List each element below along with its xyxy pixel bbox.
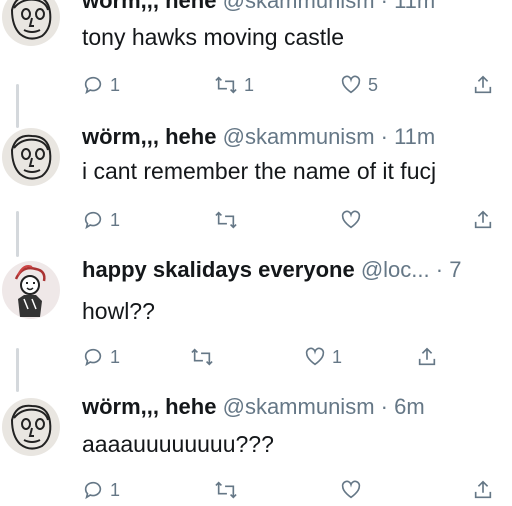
share-button[interactable] bbox=[416, 343, 438, 371]
like-button[interactable] bbox=[340, 476, 368, 504]
heart-icon bbox=[305, 347, 325, 366]
reply-button[interactable]: 1 bbox=[82, 71, 120, 99]
timestamp[interactable]: · 11m bbox=[381, 0, 436, 13]
reply-icon bbox=[84, 76, 102, 95]
share-icon bbox=[418, 347, 436, 366]
tweet-header: wörm,,, hehe @skammunism · 11m bbox=[82, 124, 435, 150]
tweet-text: i cant remember the name of it fucj bbox=[82, 158, 437, 184]
tweet-actions: 1 bbox=[82, 206, 512, 234]
share-button[interactable] bbox=[472, 476, 494, 504]
reply-icon bbox=[84, 211, 102, 230]
handle[interactable]: @loc... bbox=[361, 257, 430, 282]
like-button[interactable] bbox=[340, 206, 368, 234]
like-button[interactable]: 5 bbox=[340, 71, 378, 99]
tweet-header: happy skalidays everyone @loc... · 7 bbox=[82, 257, 461, 283]
retweet-button[interactable] bbox=[190, 343, 220, 371]
heart-icon bbox=[341, 75, 361, 94]
timestamp[interactable]: · 6m bbox=[381, 394, 425, 419]
reply-button[interactable]: 1 bbox=[82, 343, 120, 371]
tweet-actions: 1 bbox=[82, 476, 512, 504]
tweet-actions: 1 1 bbox=[82, 343, 512, 371]
reply-button[interactable]: 1 bbox=[82, 476, 120, 504]
heart-icon bbox=[341, 210, 361, 229]
retweet-icon bbox=[215, 76, 237, 94]
tweet-actions: 1 1 5 bbox=[82, 71, 512, 99]
retweet-button[interactable] bbox=[214, 476, 244, 504]
reply-icon bbox=[84, 481, 102, 500]
display-name[interactable]: wörm,,, hehe bbox=[82, 124, 216, 149]
display-name[interactable]: wörm,,, hehe bbox=[82, 0, 216, 13]
like-button[interactable]: 1 bbox=[304, 343, 342, 371]
display-name[interactable]: wörm,,, hehe bbox=[82, 394, 216, 419]
tweet[interactable]: wörm,,, hehe @skammunism · 11m tony hawk… bbox=[0, 0, 512, 98]
like-count: 1 bbox=[332, 346, 343, 367]
tweet-header: wörm,,, hehe @skammunism · 11m bbox=[82, 0, 435, 14]
reply-count: 1 bbox=[110, 346, 121, 367]
tweet-header: wörm,,, hehe @skammunism · 6m bbox=[82, 394, 425, 420]
handle[interactable]: @skammunism bbox=[223, 124, 375, 149]
reply-icon bbox=[84, 348, 102, 367]
retweet-icon bbox=[191, 348, 213, 366]
retweet-count: 1 bbox=[244, 74, 255, 95]
reply-count: 1 bbox=[110, 74, 121, 95]
reply-button[interactable]: 1 bbox=[82, 206, 120, 234]
tweet-text: aaaauuuuuuuu??? bbox=[82, 431, 274, 457]
share-icon bbox=[474, 480, 492, 499]
handle[interactable]: @skammunism bbox=[223, 394, 375, 419]
retweet-button[interactable] bbox=[214, 206, 244, 234]
share-button[interactable] bbox=[472, 206, 494, 234]
timestamp[interactable]: · 7 bbox=[436, 257, 462, 282]
like-count: 5 bbox=[368, 74, 379, 95]
tweet[interactable]: wörm,,, hehe @skammunism · 6m aaaauuuuuu… bbox=[0, 392, 512, 506]
tweet-text: tony hawks moving castle bbox=[82, 24, 345, 50]
doodle-face-avatar[interactable] bbox=[2, 0, 60, 46]
retweet-icon bbox=[215, 211, 237, 229]
retweet-button[interactable]: 1 bbox=[214, 71, 254, 99]
tweet-text: howl?? bbox=[82, 298, 155, 324]
tweet[interactable]: wörm,,, hehe @skammunism · 11m i cant re… bbox=[0, 124, 512, 244]
share-button[interactable] bbox=[472, 71, 494, 99]
tweet[interactable]: happy skalidays everyone @loc... · 7 how… bbox=[0, 257, 512, 377]
reply-count: 1 bbox=[110, 479, 121, 500]
timestamp[interactable]: · 11m bbox=[381, 124, 436, 149]
retweet-icon bbox=[215, 481, 237, 499]
handle[interactable]: @skammunism bbox=[223, 0, 375, 13]
doodle-face-avatar[interactable] bbox=[2, 398, 60, 456]
reply-count: 1 bbox=[110, 209, 121, 230]
display-name[interactable]: happy skalidays everyone bbox=[82, 257, 355, 282]
doodle-face-avatar[interactable] bbox=[2, 128, 60, 186]
share-icon bbox=[474, 75, 492, 94]
share-icon bbox=[474, 210, 492, 229]
heart-icon bbox=[341, 480, 361, 499]
howl-sketch-avatar[interactable] bbox=[2, 261, 60, 319]
